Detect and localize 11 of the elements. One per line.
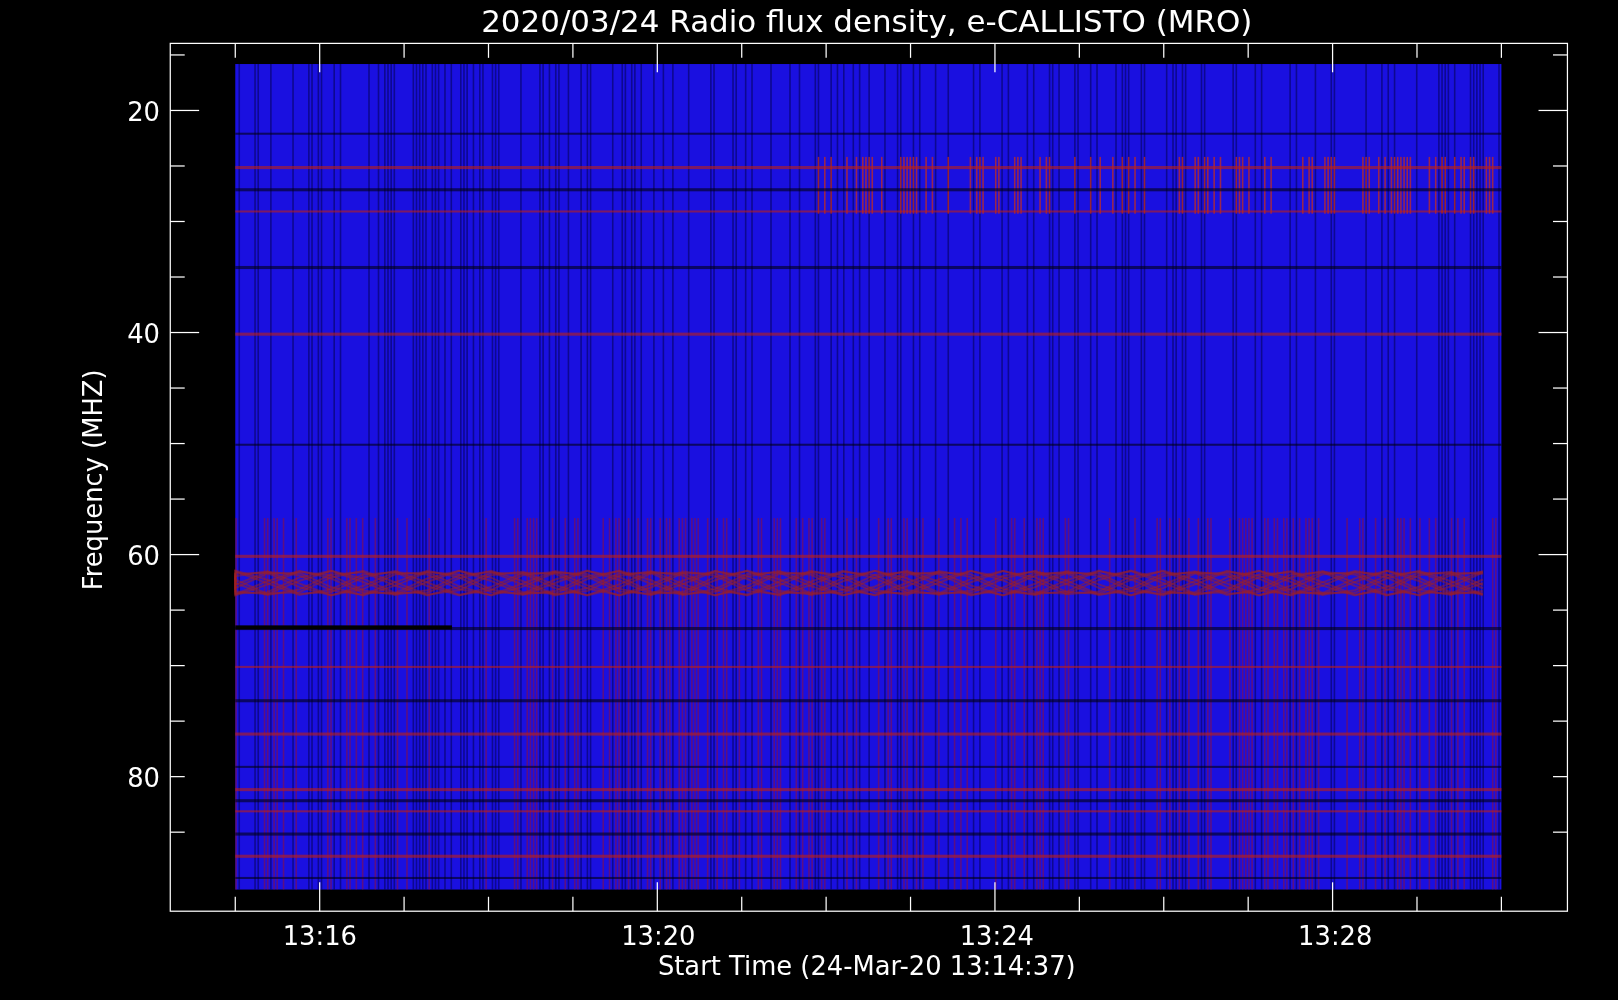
y-tick-label: 60 bbox=[127, 541, 160, 572]
x-tick-label: 13:28 bbox=[1298, 921, 1373, 952]
y-axis-label: Frequency (MHZ) bbox=[78, 369, 109, 591]
y-tick-label: 80 bbox=[127, 763, 160, 794]
y-tick-label: 40 bbox=[127, 318, 160, 349]
y-tick-label: 20 bbox=[127, 96, 160, 127]
x-tick-label: 13:20 bbox=[621, 921, 696, 952]
chart-title: 2020/03/24 Radio flux density, e-CALLISTO (MRO) bbox=[481, 3, 1253, 40]
x-axis-label: Start Time (24-Mar-20 13:14:37) bbox=[657, 951, 1076, 982]
x-tick-label: 13:16 bbox=[282, 921, 358, 952]
x-tick-label: 13:24 bbox=[959, 921, 1034, 952]
